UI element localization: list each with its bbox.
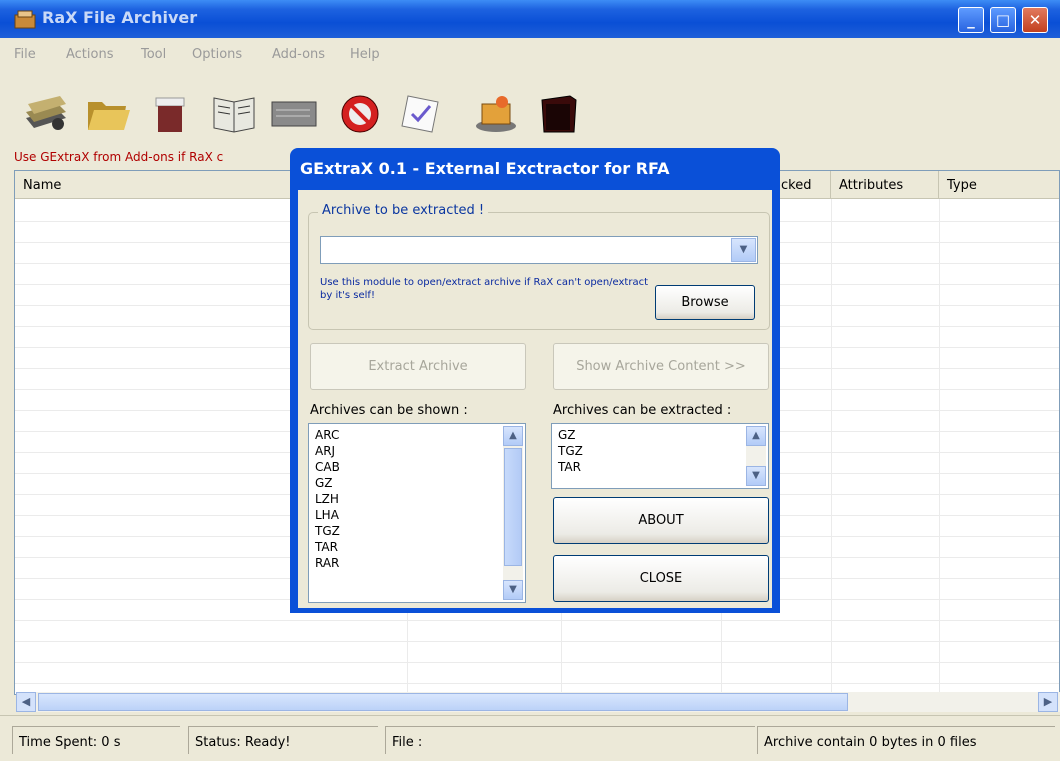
chevron-down-icon[interactable]: ▼ [746,466,766,486]
checklist-icon[interactable] [398,88,446,136]
shredder-bin-icon[interactable] [146,88,194,136]
chevron-up-icon[interactable]: ▲ [503,426,523,446]
dark-box-icon[interactable] [534,88,582,136]
scroll-thumb[interactable] [38,693,848,711]
minimize-button[interactable]: _ [958,7,984,33]
menu-options[interactable]: Options [192,47,242,62]
scroll-left-icon[interactable]: ◀ [16,692,36,712]
column-header-attributes[interactable]: Attributes [831,171,939,199]
list-row-line [15,683,1059,684]
status-state: Status: Ready! [188,726,378,754]
list-item[interactable]: GZ [309,475,525,491]
menu-bar: File Actions Tool Options Add-ons Help [0,38,1060,70]
chevron-up-icon[interactable]: ▲ [746,426,766,446]
archive-group-label: Archive to be extracted ! [318,203,489,218]
chevron-down-icon[interactable]: ▼ [503,580,523,600]
no-entry-icon[interactable] [336,88,384,136]
menu-file[interactable]: File [14,47,36,62]
book-icon[interactable] [210,88,258,136]
open-folder-icon[interactable] [84,88,132,136]
window-close-button[interactable]: ✕ [1022,7,1048,33]
extract-list-label: Archives can be extracted : [553,403,732,418]
menu-add-ons[interactable]: Add-ons [272,47,325,62]
window-title: RaX File Archiver [42,8,198,27]
shown-list-label: Archives can be shown : [310,403,468,418]
maximize-button[interactable]: □ [990,7,1016,33]
extract-archive-button[interactable]: Extract Archive [310,343,526,390]
about-button[interactable]: ABOUT [553,497,769,544]
browse-button[interactable]: Browse [655,285,755,320]
list-item[interactable]: ARC [309,427,525,443]
list-item[interactable]: TGZ [309,523,525,539]
list-row-line [15,641,1059,642]
show-archive-content-button[interactable]: Show Archive Content >> [553,343,769,390]
list-item[interactable]: RAR [309,555,525,571]
app-icon [14,10,36,29]
status-time: Time Spent: 0 s [12,726,180,754]
column-header-type[interactable]: Type [939,171,1059,199]
list-item[interactable]: LHA [309,507,525,523]
menu-help[interactable]: Help [350,47,380,62]
list-column-line [831,199,832,694]
list-column-line [939,199,940,694]
list-item[interactable]: ARJ [309,443,525,459]
menu-tool[interactable]: Tool [141,47,166,62]
scroll-right-icon[interactable]: ▶ [1038,692,1058,712]
package-icon[interactable] [472,88,520,136]
scroll-thumb[interactable] [504,448,522,566]
addon-hint-text: Use GExtraX from Add-ons if RaX c [14,150,224,164]
menu-actions[interactable]: Actions [66,47,114,62]
archive-path-combo[interactable] [320,236,758,264]
list-row-line [15,620,1059,621]
list-item[interactable]: TAR [552,459,768,475]
list-item[interactable]: GZ [552,427,768,443]
close-button[interactable]: CLOSE [553,555,769,602]
chevron-down-icon[interactable]: ▼ [731,238,756,262]
extract-formats-list[interactable]: GZ TGZ TAR ▲ ▼ [551,423,769,489]
status-bar: Time Spent: 0 s Status: Ready! File : Ar… [0,715,1060,761]
list-item[interactable]: CAB [309,459,525,475]
list-item[interactable]: TAR [309,539,525,555]
drive-icon[interactable] [270,88,318,136]
list-item[interactable]: LZH [309,491,525,507]
shown-formats-list[interactable]: ARC ARJ CAB GZ LZH LHA TGZ TAR RAR ▲ ▼ [308,423,526,603]
list-item[interactable]: TGZ [552,443,768,459]
dialog-title: GExtraX 0.1 - External Exctractor for RF… [300,159,670,178]
module-info-text: Use this module to open/extract archive … [320,277,648,301]
archive-stack-icon[interactable] [22,88,70,136]
status-file: File : [385,726,755,754]
toolbar [0,70,1060,148]
status-summary: Archive contain 0 bytes in 0 files [757,726,1055,754]
list-row-line [15,662,1059,663]
